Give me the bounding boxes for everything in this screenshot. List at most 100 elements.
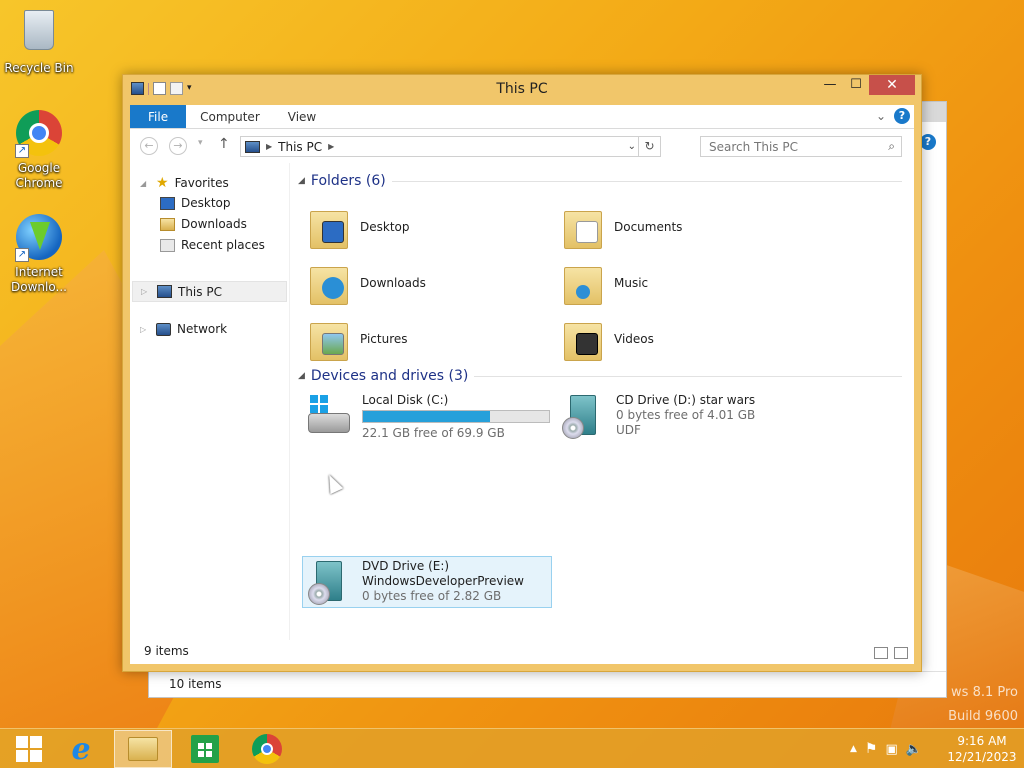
status-bar: 10 items [149,671,946,697]
breadcrumb-this-pc[interactable]: This PC [278,140,322,154]
desktop-icon [160,196,175,210]
cd-drive-icon [560,393,606,439]
network-icon[interactable]: ▣ [885,742,897,757]
maximize-button[interactable]: ☐ [843,75,869,95]
desktop-icon-label: Internet Downlo... [11,265,67,294]
forward-button[interactable]: → [169,137,187,155]
volume-muted-icon[interactable]: 🔈 [906,742,922,757]
disk-usage-bar [362,410,550,423]
action-center-flag-icon[interactable]: ⚑ [865,741,878,757]
content-pane: ◢ Folders (6) Desktop Documents Download… [292,163,914,640]
taskbar-internet-explorer[interactable]: e [52,730,110,768]
folder-desktop[interactable]: Desktop [306,205,410,249]
internet-explorer-icon: e [71,731,91,767]
recent-places-icon [160,238,175,252]
folder-documents[interactable]: Documents [560,205,682,249]
clock-date: 12/21/2023 [947,750,1017,764]
taskbar-chrome[interactable] [238,730,296,768]
collapse-icon[interactable]: ◢ [298,176,305,186]
explorer-window[interactable]: ▾ This PC — ☐ ✕ File Computer View ⌄ ? ←… [122,74,922,672]
taskbar-file-explorer[interactable] [114,730,172,768]
navigation-bar: ← → ▾ ↑ ▶ This PC ▶ ⌄ ↻ Search This PC ⌕ [130,129,914,163]
computer-icon [245,140,260,153]
expand-icon[interactable]: ▷ [141,287,151,296]
downloads-icon [160,217,175,231]
status-bar: 9 items [130,640,914,664]
drive-dvd-e[interactable]: DVD Drive (E:) WindowsDeveloperPreview 0… [306,559,524,605]
drive-free-space: 22.1 GB free of 69.9 GB [362,426,505,440]
drive-free-space: 0 bytes free of 2.82 GB [362,589,502,603]
star-icon: ★ [156,175,169,191]
recent-locations-icon[interactable]: ▾ [198,138,203,148]
tab-view[interactable]: View [274,105,330,128]
collapse-icon[interactable]: ◢ [298,371,305,381]
drive-volume-label: WindowsDeveloperPreview [362,574,524,588]
windows-build-watermark: Build 9600 [948,709,1018,724]
close-button[interactable]: ✕ [869,75,915,95]
nav-favorite-desktop[interactable]: Desktop [160,196,231,210]
desktop-icon-recycle-bin[interactable]: Recycle Bin [1,6,77,76]
drive-name: CD Drive (D:) star wars [616,393,756,407]
up-button[interactable]: ↑ [218,136,230,152]
desktop-folder-icon [306,205,350,249]
tab-file[interactable]: File [130,105,187,128]
show-hidden-icons-icon[interactable]: ▲ [850,744,857,754]
drive-cd-d[interactable]: CD Drive (D:) star wars 0 bytes free of … [560,393,755,439]
item-count: 10 items [169,677,222,691]
desktop-icon-label: Recycle Bin [4,61,74,75]
chrome-icon [252,734,282,764]
desktop-icon-label: Google Chrome [15,161,63,190]
store-icon [191,735,219,763]
drive-file-system: UDF [616,423,641,437]
search-input[interactable]: Search This PC ⌕ [700,136,902,157]
expand-ribbon-icon[interactable]: ⌄ [876,109,886,123]
folder-music[interactable]: Music [560,261,648,305]
large-icons-view-icon[interactable] [894,647,908,659]
videos-folder-icon [560,317,604,361]
nav-this-pc[interactable]: ▷ This PC [132,281,287,302]
folder-pictures[interactable]: Pictures [306,317,408,361]
help-icon[interactable]: ? [894,108,910,124]
windows-edition-watermark: ws 8.1 Pro [951,685,1018,700]
taskbar-store[interactable] [176,730,234,768]
refresh-icon[interactable]: ↻ [638,137,660,156]
collapse-icon[interactable]: ◢ [140,179,150,188]
details-view-icon[interactable] [874,647,888,659]
taskbar: e ▲ ⚑ ▣ 🔈 9:16 AM 12/21/2023 [0,728,1024,768]
nav-favorites[interactable]: ◢ ★ Favorites [140,175,229,191]
tab-computer[interactable]: Computer [186,105,274,128]
address-bar[interactable]: ▶ This PC ▶ ⌄ ↻ [240,136,661,157]
expand-icon[interactable]: ▷ [140,325,150,334]
title-bar[interactable]: ▾ This PC — ☐ ✕ [123,75,921,105]
windows-logo-icon [16,736,42,762]
devices-group-header[interactable]: ◢ Devices and drives (3) [298,368,902,384]
desktop-icon-internet-download-manager[interactable]: ↗ Internet Downlo... [1,214,77,295]
breadcrumb-separator-icon[interactable]: ▶ [328,142,334,151]
folder-downloads[interactable]: Downloads [306,261,426,305]
dvd-drive-icon [306,559,352,605]
folder-videos[interactable]: Videos [560,317,654,361]
drive-name: Local Disk (C:) [362,393,449,407]
desktop-icon-google-chrome[interactable]: ↗ Google Chrome [1,110,77,191]
hard-disk-icon [306,393,352,439]
item-count: 9 items [144,644,189,658]
system-tray: ▲ ⚑ ▣ 🔈 [850,729,922,768]
back-button[interactable]: ← [140,137,158,155]
address-dropdown-icon[interactable]: ⌄ [628,137,636,156]
help-icon[interactable]: ? [920,134,936,150]
folders-group-header[interactable]: ◢ Folders (6) [298,173,902,189]
search-icon: ⌕ [888,139,895,153]
nav-network[interactable]: ▷ Network [140,322,227,336]
downloads-folder-icon [306,261,350,305]
clock[interactable]: 9:16 AM 12/21/2023 [946,733,1018,765]
drive-local-disk-c[interactable]: Local Disk (C:) 22.1 GB free of 69.9 GB [306,393,550,441]
navigation-pane: ◢ ★ Favorites Desktop Downloads Recent p… [130,163,290,640]
internet-download-manager-icon: ↗ [15,214,63,262]
nav-favorite-downloads[interactable]: Downloads [160,217,247,231]
start-button[interactable] [0,730,58,768]
window-title: This PC [496,81,548,97]
clock-time: 9:16 AM [957,734,1007,748]
minimize-button[interactable]: — [817,75,843,95]
file-explorer-icon [128,737,158,761]
nav-favorite-recent-places[interactable]: Recent places [160,238,265,252]
